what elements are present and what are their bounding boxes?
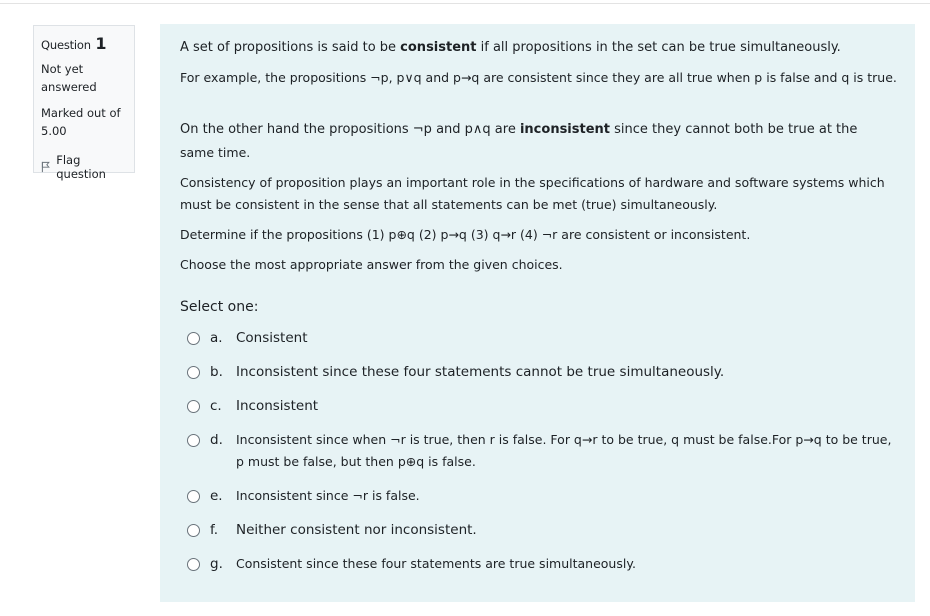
- top-divider: [0, 3, 930, 4]
- question-label: Question: [41, 38, 91, 52]
- option-letter-g: g.: [210, 556, 223, 572]
- question-paragraph-5: Determine if the propositions (1) p⊕q (2…: [180, 227, 751, 242]
- option-text-a[interactable]: Consistent: [236, 327, 308, 349]
- radio-button-d[interactable]: [187, 434, 200, 447]
- question-state: Not yet answered: [41, 60, 128, 96]
- option-letter-f: f.: [210, 522, 219, 538]
- option-text-b[interactable]: Inconsistent since these four statements…: [236, 361, 724, 383]
- p3-text-end: since they cannot both be true at the: [610, 122, 858, 137]
- state-line-2: answered: [41, 80, 97, 94]
- option-letter-b: b.: [210, 364, 223, 380]
- option-text-d-line-1: Inconsistent since when ¬r is true, then…: [236, 432, 892, 447]
- p1-text-end: if all propositions in the set can be tr…: [476, 40, 841, 55]
- option-text-c[interactable]: Inconsistent: [236, 395, 318, 417]
- answer-option-f[interactable]: f. Neither consistent nor inconsistent.: [187, 522, 477, 541]
- option-letter-a: a.: [210, 330, 223, 346]
- select-one-prompt: Select one:: [180, 299, 259, 315]
- question-paragraph-4-line-2: must be consistent in the sense that all…: [180, 197, 718, 212]
- question-info-panel: Question 1 Not yet answered Marked out o…: [33, 25, 135, 181]
- question-paragraph-4-line-1: Consistency of proposition plays an impo…: [180, 175, 885, 190]
- question-number-value: 1: [95, 34, 107, 53]
- radio-button-f[interactable]: [187, 524, 200, 537]
- p3-text: On the other hand the propositions ¬p an…: [180, 122, 520, 137]
- quiz-page: Question 1 Not yet answered Marked out o…: [0, 0, 930, 616]
- question-paragraph-3: On the other hand the propositions ¬p an…: [180, 119, 857, 141]
- option-letter-c: c.: [210, 398, 222, 414]
- grade-line-2: 5.00: [41, 124, 67, 138]
- question-paragraph-2: For example, the propositions ¬p, p∨q an…: [180, 70, 897, 85]
- answer-option-c[interactable]: c. Inconsistent: [187, 398, 318, 417]
- p1-bold-consistent: consistent: [400, 40, 477, 55]
- option-letter-d: d.: [210, 432, 223, 448]
- radio-button-b[interactable]: [187, 366, 200, 379]
- p1-text: A set of propositions is said to be: [180, 40, 401, 55]
- flag-question-button[interactable]: Flag question: [41, 153, 128, 181]
- flag-question-label: Flag question: [56, 153, 106, 181]
- option-text-d-line-2: p must be false, but then p⊕q is false.: [236, 454, 476, 469]
- radio-button-c[interactable]: [187, 400, 200, 413]
- question-paragraph-3-line-2: same time.: [180, 145, 251, 160]
- option-letter-e: e.: [210, 488, 223, 504]
- answer-option-a[interactable]: a. Consistent: [187, 330, 308, 349]
- radio-button-a[interactable]: [187, 332, 200, 345]
- p3-bold-inconsistent: inconsistent: [519, 122, 611, 137]
- question-paragraph-6: Choose the most appropriate answer from …: [180, 257, 563, 272]
- answer-option-b[interactable]: b. Inconsistent since these four stateme…: [187, 364, 724, 383]
- question-paragraph-1: A set of propositions is said to be cons…: [180, 37, 841, 59]
- option-text-d[interactable]: Inconsistent since when ¬r is true, then…: [236, 429, 891, 473]
- option-text-g[interactable]: Consistent since these four statements a…: [236, 553, 636, 575]
- answer-option-g[interactable]: g. Consistent since these four statement…: [187, 556, 636, 575]
- option-text-e[interactable]: Inconsistent since ¬r is false.: [236, 485, 420, 507]
- radio-button-e[interactable]: [187, 490, 200, 503]
- answer-option-e[interactable]: e. Inconsistent since ¬r is false.: [187, 488, 420, 507]
- question-grade: Marked out of 5.00: [41, 104, 128, 140]
- question-number: Question 1: [41, 34, 128, 53]
- grade-line-1: Marked out of: [41, 106, 121, 120]
- radio-button-g[interactable]: [187, 558, 200, 571]
- answer-option-d[interactable]: d. Inconsistent since when ¬r is true, t…: [187, 432, 891, 473]
- option-text-f[interactable]: Neither consistent nor inconsistent.: [236, 519, 477, 541]
- state-line-1: Not yet: [41, 62, 84, 76]
- flag-icon: [41, 161, 50, 173]
- question-content: A set of propositions is said to be cons…: [160, 24, 915, 602]
